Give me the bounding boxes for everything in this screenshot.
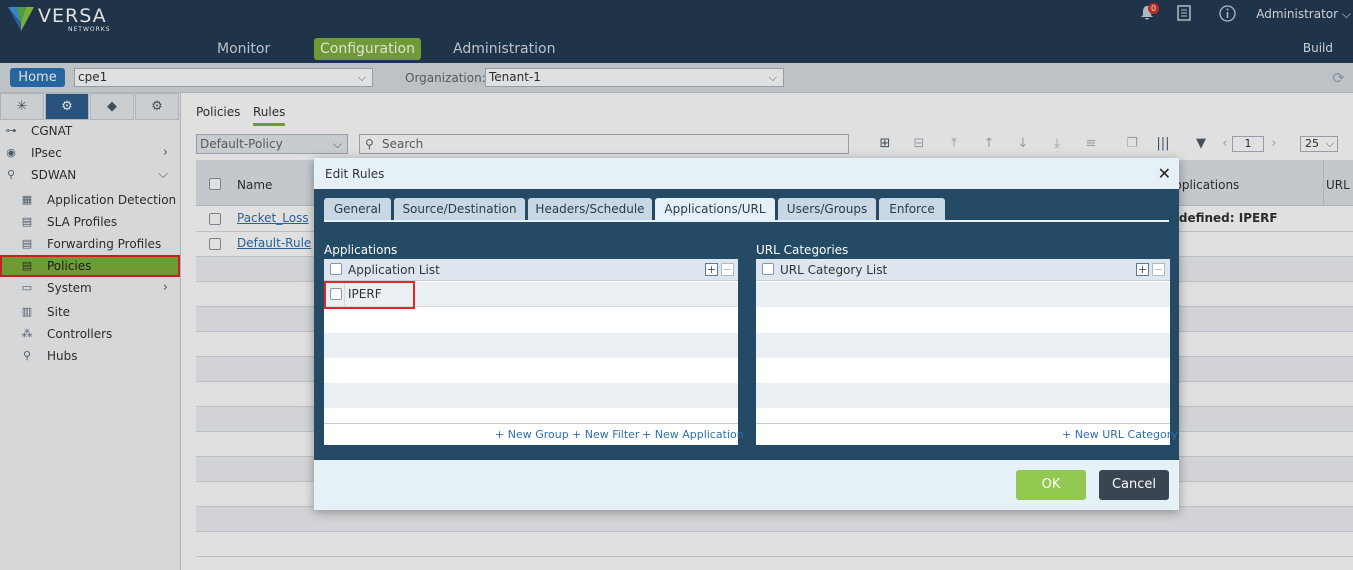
- add-url-category-icon[interactable]: +: [1136, 263, 1149, 276]
- new-group-link[interactable]: + New Group: [495, 428, 569, 441]
- tab-underline: [324, 220, 1169, 222]
- tab-applications-url[interactable]: Applications/URL: [655, 198, 775, 220]
- remove-url-category-icon[interactable]: −: [1152, 263, 1165, 276]
- applications-section-label: Applications: [324, 243, 398, 257]
- tab-users-groups[interactable]: Users/Groups: [778, 198, 876, 220]
- new-application-link[interactable]: + New Application: [642, 428, 744, 441]
- empty-row: [756, 308, 1170, 333]
- url-categories-section-label: URL Categories: [756, 243, 849, 257]
- tab-general[interactable]: General: [324, 198, 391, 220]
- url-category-list-footer: + New URL Category: [756, 423, 1178, 445]
- new-filter-link[interactable]: + New Filter: [572, 428, 639, 441]
- empty-row: [324, 358, 738, 383]
- tab-enforce[interactable]: Enforce: [879, 198, 945, 220]
- empty-row: [756, 333, 1170, 358]
- ok-button[interactable]: OK: [1016, 470, 1086, 500]
- add-application-icon[interactable]: +: [705, 263, 718, 276]
- application-list-header: Application List + −: [324, 259, 738, 281]
- tab-source-destination[interactable]: Source/Destination: [394, 198, 525, 220]
- application-list-title: Application List: [348, 263, 440, 277]
- empty-row: [324, 333, 738, 358]
- tab-headers-schedule[interactable]: Headers/Schedule: [528, 198, 652, 220]
- url-category-select-all-checkbox[interactable]: [762, 263, 774, 275]
- dialog-footer: OK Cancel: [314, 460, 1179, 510]
- url-category-list-header: URL Category List + −: [756, 259, 1170, 281]
- cancel-button[interactable]: Cancel: [1099, 470, 1169, 500]
- empty-row: [756, 358, 1170, 383]
- empty-row: [756, 282, 1170, 307]
- dialog-title: Edit Rules: [325, 167, 385, 181]
- application-select-all-checkbox[interactable]: [330, 263, 342, 275]
- remove-application-icon[interactable]: −: [721, 263, 734, 276]
- empty-row: [324, 308, 738, 333]
- edit-rules-dialog: Edit Rules ✕ General Source/Destination …: [314, 158, 1179, 510]
- dialog-header: Edit Rules ✕: [314, 158, 1179, 189]
- url-category-list-panel: URL Category List + − + New URL Category: [756, 259, 1178, 445]
- application-list-footer: + New Group + New Filter + New Applicati…: [324, 423, 744, 445]
- url-category-list-title: URL Category List: [780, 263, 888, 277]
- highlight-annotation: [324, 281, 415, 309]
- close-icon[interactable]: ✕: [1158, 164, 1171, 183]
- empty-row: [756, 383, 1170, 408]
- new-url-category-link[interactable]: + New URL Category: [1062, 428, 1178, 441]
- empty-row: [324, 383, 738, 408]
